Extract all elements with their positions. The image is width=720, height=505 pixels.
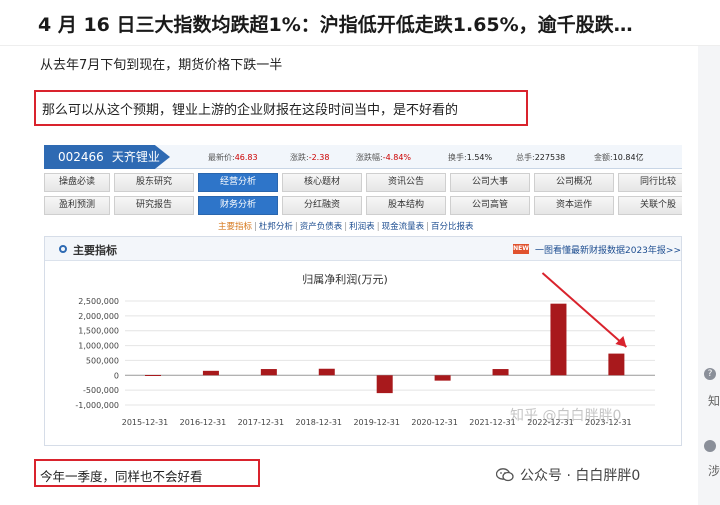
annual-report-link[interactable]: 一图看懂最新财报数据2023年报>> [535,243,681,256]
bar-2018-12-31 [318,368,335,376]
y-tick-label: 2,000,000 [78,312,119,321]
y-tick-label: 1,500,000 [78,327,119,336]
subnav-separator: | [344,222,348,232]
subnav-separator: | [294,222,298,232]
y-tick-label: -500,000 [83,386,119,395]
subnav-link-3[interactable]: 资产负债表 [300,222,343,232]
bar-2017-12-31 [260,369,277,376]
nav-tab-7[interactable]: 公司概况 [534,173,614,192]
stock-name: 天齐锂业 [111,150,160,164]
bar-2020-12-31 [434,375,451,381]
circle-bullet-icon [59,245,67,253]
subnav-link-6[interactable]: 百分比报表 [431,222,474,232]
nav-tab-1[interactable]: 盈利预测 [44,196,110,215]
side-glyph-1[interactable]: 知 [708,392,720,409]
subnav-link-4[interactable]: 利润表 [349,222,375,232]
nav-tab-8[interactable]: 同行比较 [618,173,682,192]
nav-tab-6[interactable]: 公司高管 [450,196,530,215]
nav-tab-6[interactable]: 公司大事 [450,173,530,192]
x-tick-label: 2019-12-31 [353,418,400,427]
right-side-strip [698,46,720,505]
bar-2023-12-31 [608,353,625,376]
y-tick-label: -1,000,000 [75,401,119,410]
pct-change: 涨跌幅:-4.84% [356,153,412,162]
subnav-link-2[interactable]: 杜邦分析 [259,222,293,232]
paragraph-2: 那么可以从这个预期，锂业上游的企业财报在这段时间当中，是不好看的 [42,103,459,118]
x-tick-label: 2020-12-31 [411,418,458,427]
subnav-separator: | [426,222,429,232]
nav-tab-1[interactable]: 操盘必读 [44,173,110,192]
x-tick-label: 2018-12-31 [296,418,343,427]
nav-tab-7[interactable]: 资本运作 [534,196,614,215]
embedded-screenshot: 002466 天齐锂业 最新价:46.83 涨跌:-2.38 涨跌幅:-4.84%… [40,142,682,446]
volume: 总手:227538 [516,153,566,162]
x-tick-label: 2016-12-31 [180,418,227,427]
chart-title: 归属净利润(万元) [302,272,388,286]
nav-tab-8[interactable]: 关联个股 [618,196,682,215]
paragraph-3: 今年一季度，同样也不会好看 [40,469,203,484]
bar-2016-12-31 [202,370,219,376]
amount: 金额:10.84亿 [594,153,644,162]
f10-nav: 操盘必读 股东研究 经营分析 核心题材 资讯公告 公司大事 公司概况 同行比较 盈利预测 研究报… [44,173,682,217]
nav-tab-3[interactable]: 财务分析 [198,196,278,215]
nav-tab-2[interactable]: 股东研究 [114,173,194,192]
paragraph-1: 从去年7月下旬到现在，期货价格下跌一半 [40,58,283,73]
subnav-separator: | [376,222,380,232]
turnover: 换手:1.54% [448,153,493,162]
panel-header: 主要指标 NEW 一图看懂最新财报数据2023年报>> [45,237,681,261]
price-change: 涨跌:-2.38 [290,153,330,162]
subnav-separator: | [254,222,257,232]
nav-tab-5[interactable]: 资讯公告 [366,173,446,192]
nav-tab-5[interactable]: 股本结构 [366,196,446,215]
side-glyph-2[interactable]: 涉 [708,462,720,479]
bar-2022-12-31 [550,303,567,376]
nav-tab-4[interactable]: 核心题材 [282,173,362,192]
subnav-link-5[interactable]: 现金流量表 [382,222,425,232]
y-tick-label: 2,500,000 [78,297,119,306]
help-icon[interactable]: ? [704,368,716,380]
article-title: 4 月 16 日三大指数均跌超1%：沪指低开低走跌1.65%，逾千股跌… [38,14,633,36]
nav-tab-3[interactable]: 经营分析 [198,173,278,192]
sub-nav: 主要指标 | 杜邦分析 | 资产负债表 | 利润表 | 现金流量表 | 百分比报表 [218,220,473,232]
stock-code: 002466 [58,150,104,164]
y-tick-label: 0 [114,371,119,380]
zhihu-watermark: 知乎 @白白胖胖0 [510,408,622,424]
wechat-account: 公众号 · 白白胖胖0 [496,465,640,485]
y-tick-label: 500,000 [86,356,119,365]
latest-price: 最新价:46.83 [208,153,258,162]
wechat-icon [496,468,514,482]
y-tick-label: 1,000,000 [78,342,119,351]
wechat-account-name: 公众号 · 白白胖胖0 [520,468,641,484]
x-tick-label: 2015-12-31 [122,418,169,427]
bar-2015-12-31 [145,374,161,376]
x-tick-label: 2021-12-31 [469,418,516,427]
bar-2021-12-31 [492,369,509,376]
bar-2019-12-31 [376,375,393,394]
new-badge: NEW [513,244,529,254]
article-title-bar: 4 月 16 日三大指数均跌超1%：沪指低开低走跌1.65%，逾千股跌… [0,0,720,46]
comment-icon[interactable] [704,440,716,452]
stock-tag: 002466 天齐锂业 [44,145,170,169]
x-tick-label: 2017-12-31 [238,418,285,427]
nav-tab-4[interactable]: 分红融资 [282,196,362,215]
subnav-link-1[interactable]: 主要指标 [218,222,252,232]
panel-title: 主要指标 [73,244,117,257]
nav-tab-2[interactable]: 研究报告 [114,196,194,215]
